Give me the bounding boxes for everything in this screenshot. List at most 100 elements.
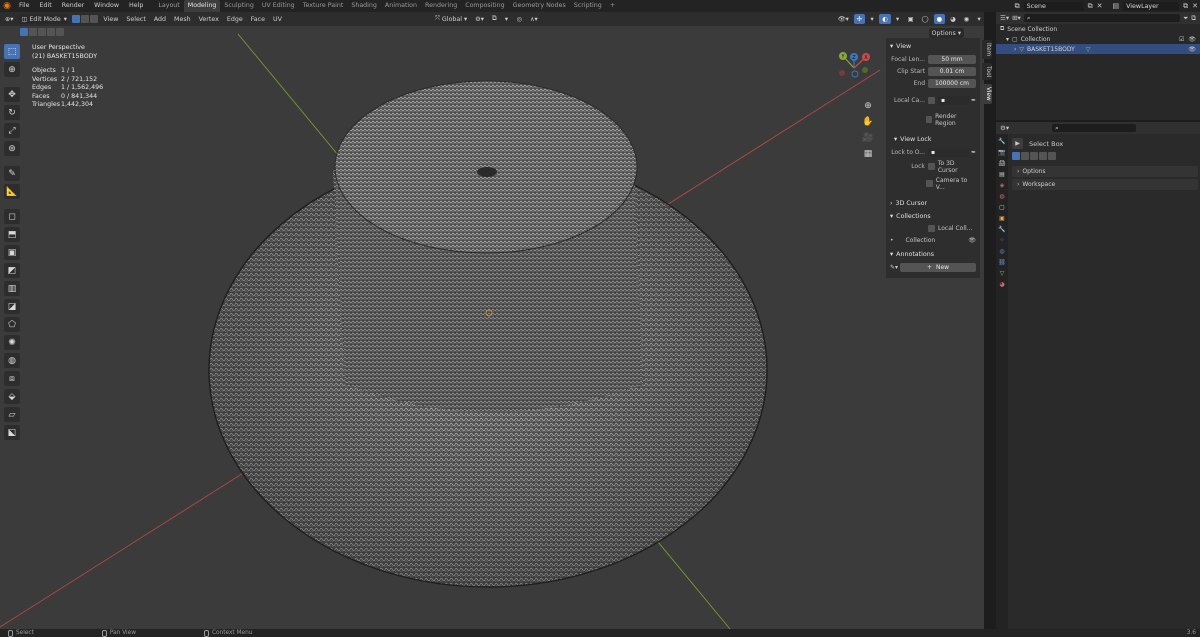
subtract-selection-icon[interactable]	[38, 28, 46, 36]
material-tab-icon[interactable]: ◕	[998, 280, 1006, 288]
editor-type-icon[interactable]: ⊕▾	[2, 14, 16, 24]
new-annotation-button[interactable]: + New	[900, 262, 976, 272]
grid-toggle-icon[interactable]: ▦	[862, 148, 874, 160]
duplicate-scene-icon[interactable]: ⧉	[1088, 2, 1093, 11]
rip-region-icon[interactable]: ⬕	[4, 425, 20, 440]
edge-select-icon[interactable]	[81, 15, 90, 23]
scene-tab-icon[interactable]: ◈	[998, 181, 1006, 189]
object-row-basket15body[interactable]: › ▽ BASKET15BODY ▽ 👁	[996, 44, 1200, 54]
duplicate-view-layer-icon[interactable]: ⧉	[1183, 2, 1188, 11]
edge-slide-icon[interactable]: ⧈	[4, 371, 20, 386]
tab-view[interactable]: View	[982, 84, 992, 105]
focal-length-field[interactable]: 50 mm	[928, 54, 976, 64]
new-selection-icon[interactable]	[1012, 152, 1020, 160]
data-tab-icon[interactable]: ▽	[998, 269, 1006, 277]
mesh-menu[interactable]: Mesh	[171, 14, 194, 24]
3d-cursor-header[interactable]: › 3D Cursor	[886, 197, 980, 210]
shear-tool-icon[interactable]: ▱	[4, 407, 20, 422]
world-tab-icon[interactable]: ◍	[998, 192, 1006, 200]
close-view-layer-icon[interactable]: ✕	[1192, 2, 1198, 10]
intersect-selection-icon[interactable]	[1048, 152, 1056, 160]
visibility-icon[interactable]: 👁▾	[835, 14, 852, 24]
solid-shading-icon[interactable]: ●	[933, 14, 946, 24]
extend-selection-icon[interactable]	[29, 28, 37, 36]
collection-row[interactable]: ▾ ▢ Collection ☑ 👁	[996, 34, 1200, 44]
tab-item[interactable]: Item	[982, 40, 992, 60]
move-tool-icon[interactable]: ✥	[4, 87, 20, 102]
face-menu[interactable]: Face	[248, 14, 268, 24]
camera-view-icon[interactable]: 🎥	[862, 132, 874, 144]
extrude-tool-icon[interactable]: ⬒	[4, 227, 20, 242]
constraints-tab-icon[interactable]: ⛓	[998, 258, 1006, 266]
tab-tool[interactable]: Tool	[982, 63, 992, 81]
eye-icon[interactable]: 👁	[968, 237, 976, 244]
menu-help[interactable]: Help	[124, 0, 148, 12]
xray-icon[interactable]: ▣	[905, 14, 917, 24]
loop-cut-icon[interactable]: ▥	[4, 281, 20, 296]
collection-tab-icon[interactable]: ▢	[998, 203, 1006, 211]
annotation-brush-icon[interactable]: ✎▾	[890, 264, 898, 271]
rotate-tool-icon[interactable]: ↻	[4, 105, 20, 120]
zoom-icon[interactable]: ⊕	[862, 100, 874, 112]
select-menu[interactable]: Select	[123, 14, 148, 24]
output-tab-icon[interactable]: 🖨	[998, 159, 1006, 167]
invert-selection-icon[interactable]	[1039, 152, 1047, 160]
invert-selection-icon[interactable]	[47, 28, 55, 36]
to-3d-cursor-checkbox[interactable]	[927, 163, 935, 170]
shading-dropdown-icon[interactable]: ▾	[974, 14, 984, 24]
transform-tool-icon[interactable]: ⊛	[4, 141, 20, 156]
edge-menu[interactable]: Edge	[224, 14, 246, 24]
menu-render[interactable]: Render	[57, 0, 89, 12]
add-menu[interactable]: Add	[151, 14, 169, 24]
annotate-tool-icon[interactable]: ✎	[4, 166, 20, 181]
annotations-header[interactable]: ▾ Annotations	[886, 248, 980, 261]
pivot-icon[interactable]: ⚙▾	[472, 14, 487, 24]
tab-rendering[interactable]: Rendering	[421, 0, 461, 12]
snap-target-icon[interactable]: ▾	[501, 14, 511, 24]
menu-window[interactable]: Window	[89, 0, 124, 12]
intersect-selection-icon[interactable]	[56, 28, 64, 36]
view-layer-field[interactable]: ViewLayer	[1123, 1, 1180, 11]
scale-tool-icon[interactable]: ⤢	[4, 123, 20, 138]
add-cube-icon[interactable]: ◻	[4, 209, 20, 224]
workspace-panel-header[interactable]: › Workspace	[1012, 179, 1198, 190]
snap-icon[interactable]: ⧉	[489, 14, 500, 24]
camera-to-view-checkbox[interactable]	[926, 180, 933, 187]
scene-collection-row[interactable]: ⧉ Scene Collection	[996, 24, 1200, 34]
uv-menu[interactable]: UV	[270, 14, 285, 24]
new-selection-icon[interactable]	[20, 28, 28, 36]
tab-shading[interactable]: Shading	[347, 0, 381, 12]
exclude-checkbox-icon[interactable]: ☑	[1179, 36, 1184, 43]
view-section-header[interactable]: ▾ View	[886, 40, 980, 53]
mode-dropdown[interactable]: ◫ Edit Mode ▾	[18, 14, 69, 24]
spin-tool-icon[interactable]: ✺	[4, 335, 20, 350]
tab-animation[interactable]: Animation	[381, 0, 421, 12]
tab-texture-paint[interactable]: Texture Paint	[299, 0, 348, 12]
gizmo-dropdown-icon[interactable]: ▾	[867, 14, 877, 24]
physics-tab-icon[interactable]: ◎	[998, 247, 1006, 255]
tab-modeling[interactable]: Modeling	[183, 0, 221, 12]
material-shading-icon[interactable]: ◕	[947, 14, 959, 24]
lock-to-object-field[interactable]: ▪	[928, 147, 969, 157]
tab-uv-editing[interactable]: UV Editing	[258, 0, 299, 12]
clip-start-field[interactable]: 0.01 cm	[928, 66, 976, 76]
subtract-selection-icon[interactable]	[1030, 152, 1038, 160]
outliner-editor-icon[interactable]: ☰▾	[1000, 14, 1009, 22]
tab-geometry-nodes[interactable]: Geometry Nodes	[509, 0, 570, 12]
gizmo-neg-z[interactable]	[851, 70, 859, 78]
proportional-falloff-icon[interactable]: ∧▾	[527, 14, 541, 24]
menu-file[interactable]: File	[14, 0, 35, 12]
local-collections-checkbox[interactable]	[928, 224, 935, 232]
eye-icon[interactable]: 👁	[1188, 46, 1196, 53]
modifier-tab-icon[interactable]: 🔧	[998, 225, 1006, 233]
smooth-tool-icon[interactable]: ◍	[4, 353, 20, 368]
render-region-checkbox[interactable]	[925, 116, 933, 123]
vertex-select-icon[interactable]	[72, 15, 81, 23]
local-camera-checkbox[interactable]	[928, 96, 935, 104]
options-dropdown[interactable]: Options ▾	[928, 28, 964, 38]
collections-header[interactable]: ▾ Collections	[886, 210, 980, 223]
tool-tab-icon[interactable]: 🔧	[998, 137, 1006, 145]
3d-viewport[interactable]: ⊕▾ ◫ Edit Mode ▾ View Select Add Mesh Ve…	[0, 12, 984, 629]
orientation-dropdown[interactable]: ⤧ Global ▾	[432, 14, 470, 24]
cursor-tool-icon[interactable]: ⊕	[4, 62, 20, 77]
